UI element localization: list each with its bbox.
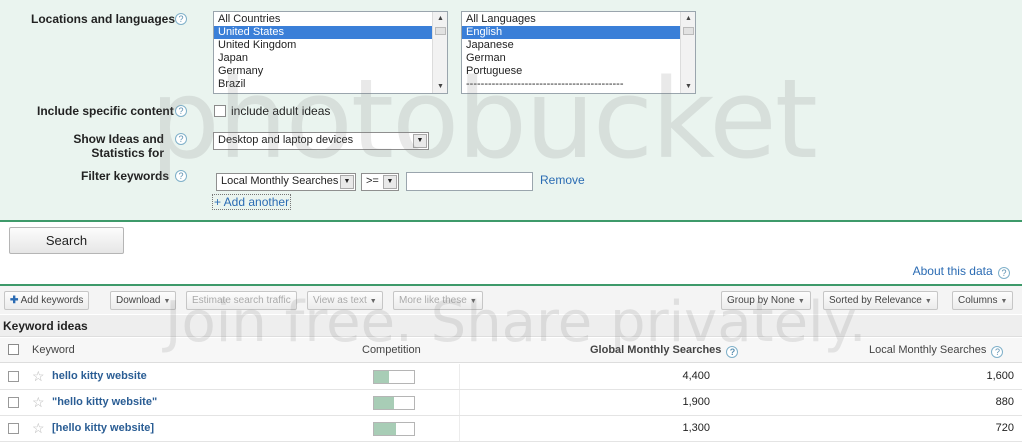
include-content-help-icon[interactable]: ? [175, 105, 187, 117]
locations-help-icon[interactable]: ? [175, 13, 187, 25]
global-searches-value: 4,400 [682, 370, 710, 382]
filter-keywords-label: Filter keywords [81, 169, 170, 183]
country-option[interactable]: United States [214, 26, 447, 39]
competition-bar [373, 422, 415, 436]
chevron-down-icon: ▼ [369, 298, 377, 305]
keyword-table-header: Keyword Competition Global Monthly Searc… [0, 338, 1022, 363]
chevron-down-icon: ▼ [797, 298, 805, 305]
competition-fill [374, 371, 390, 383]
include-content-label: Include specific content [37, 104, 174, 118]
scroll-thumb[interactable] [683, 27, 694, 35]
star-icon[interactable]: ☆ [32, 368, 45, 384]
country-option[interactable]: Brazil [214, 78, 447, 91]
row-checkbox[interactable] [8, 423, 19, 434]
global-searches-column-header[interactable]: Global Monthly Searches ? [590, 344, 739, 358]
local-searches-column-header[interactable]: Local Monthly Searches ? [869, 344, 1004, 358]
keyword-link[interactable]: [hello kitty website] [52, 422, 154, 434]
language-option[interactable]: English [462, 26, 695, 39]
filter-metric-select[interactable]: Local Monthly Searches ▼ [216, 173, 356, 191]
add-another-filter-link[interactable]: + Add another [212, 194, 292, 210]
country-option[interactable]: United Kingdom [214, 39, 447, 52]
chevron-down-icon: ▼ [1000, 298, 1008, 305]
show-ideas-help-icon[interactable]: ? [175, 133, 187, 145]
estimate-traffic-button[interactable]: Estimate search traffic [186, 291, 297, 310]
chevron-down-icon[interactable]: ▼ [383, 175, 397, 189]
targeting-panel: Locations and languages ? All Countries U… [0, 0, 1022, 222]
filter-operator-select[interactable]: >= ▼ [361, 173, 399, 191]
device-select-value: Desktop and laptop devices [218, 134, 354, 146]
about-this-data-text: About this data [912, 264, 993, 278]
language-option[interactable]: Portuguese [462, 65, 695, 78]
language-listbox[interactable]: All Languages English Japanese German Portug… [461, 11, 696, 94]
language-option[interactable]: ----------------------------------------… [462, 78, 695, 91]
competition-fill [374, 397, 394, 409]
filter-keywords-help-icon[interactable]: ? [175, 170, 187, 182]
local-searches-value: 720 [995, 422, 1014, 434]
country-listbox-scrollbar[interactable]: ▲ ▼ [432, 12, 447, 93]
local-searches-value: 1,600 [986, 370, 1014, 382]
include-adult-label: include adult ideas [231, 104, 331, 118]
chevron-down-icon[interactable]: ▼ [340, 175, 354, 189]
filter-operator-value: >= [366, 175, 379, 187]
chevron-down-icon: ▼ [163, 298, 171, 305]
local-searches-value: 880 [995, 396, 1014, 408]
competition-bar [373, 396, 415, 410]
country-option[interactable]: Japan [214, 52, 447, 65]
show-ideas-label: Show Ideas and Statistics for [73, 132, 164, 160]
filter-metric-value: Local Monthly Searches [221, 175, 339, 187]
view-as-text-button[interactable]: View as text ▼ [307, 291, 383, 310]
scroll-thumb[interactable] [435, 27, 446, 35]
locations-languages-label: Locations and languages [31, 12, 176, 26]
language-listbox-scrollbar[interactable]: ▲ ▼ [680, 12, 695, 93]
language-option[interactable]: All Languages [462, 13, 695, 26]
select-all-checkbox[interactable] [8, 344, 19, 355]
include-adult-checkbox[interactable] [214, 105, 226, 117]
download-button[interactable]: Download ▼ [110, 291, 177, 310]
search-button[interactable]: Search [9, 227, 124, 254]
table-row: ☆ [hello kitty website] 1,300 720 [0, 416, 1022, 442]
group-by-button[interactable]: Group by None ▼ [721, 291, 811, 310]
about-help-icon[interactable]: ? [998, 267, 1010, 279]
table-row: ☆ hello kitty website 4,400 1,600 [0, 364, 1022, 390]
keyword-column-header[interactable]: Keyword [32, 344, 75, 356]
row-checkbox[interactable] [8, 371, 19, 382]
keyword-ideas-title: Keyword ideas [0, 315, 1022, 337]
table-row: ☆ "hello kitty website" 1,900 880 [0, 390, 1022, 416]
chevron-down-icon: ▼ [924, 298, 932, 305]
about-this-data-link[interactable]: About this data ? [912, 264, 1010, 279]
global-searches-value: 1,900 [682, 396, 710, 408]
keyword-link[interactable]: hello kitty website [52, 370, 147, 382]
global-searches-help-icon[interactable]: ? [726, 346, 739, 358]
scroll-down-arrow-icon[interactable]: ▼ [681, 80, 695, 93]
scroll-up-arrow-icon[interactable]: ▲ [681, 12, 695, 25]
add-keywords-button[interactable]: ✚ Add keywords [4, 291, 90, 310]
device-select[interactable]: Desktop and laptop devices ▼ [213, 132, 429, 150]
language-option[interactable]: Japanese [462, 39, 695, 52]
competition-bar [373, 370, 415, 384]
global-searches-value: 1,300 [682, 422, 710, 434]
keyword-toolbar: ✚ Add keywords Download ▼ Estimate search… [0, 284, 1022, 314]
local-searches-help-icon[interactable]: ? [991, 346, 1004, 358]
competition-fill [374, 423, 396, 435]
country-option[interactable]: Germany [214, 65, 447, 78]
country-listbox[interactable]: All Countries United States United Kingdom… [213, 11, 448, 94]
scroll-down-arrow-icon[interactable]: ▼ [433, 80, 447, 93]
star-icon[interactable]: ☆ [32, 394, 45, 410]
country-option[interactable]: All Countries [214, 13, 447, 26]
competition-column-header[interactable]: Competition [362, 344, 421, 356]
filter-value-input[interactable] [406, 172, 533, 191]
language-option[interactable]: German [462, 52, 695, 65]
scroll-up-arrow-icon[interactable]: ▲ [433, 12, 447, 25]
remove-filter-link[interactable]: Remove [540, 173, 585, 187]
plus-icon: ✚ [10, 295, 19, 306]
chevron-down-icon[interactable]: ▼ [413, 134, 427, 148]
row-checkbox[interactable] [8, 397, 19, 408]
star-icon[interactable]: ☆ [32, 420, 45, 436]
keyword-link[interactable]: "hello kitty website" [52, 396, 157, 408]
sort-by-button[interactable]: Sorted by Relevance ▼ [823, 291, 938, 310]
more-like-these-button[interactable]: More like these ▼ [393, 291, 483, 310]
chevron-down-icon: ▼ [469, 298, 477, 305]
columns-button[interactable]: Columns ▼ [952, 291, 1014, 310]
